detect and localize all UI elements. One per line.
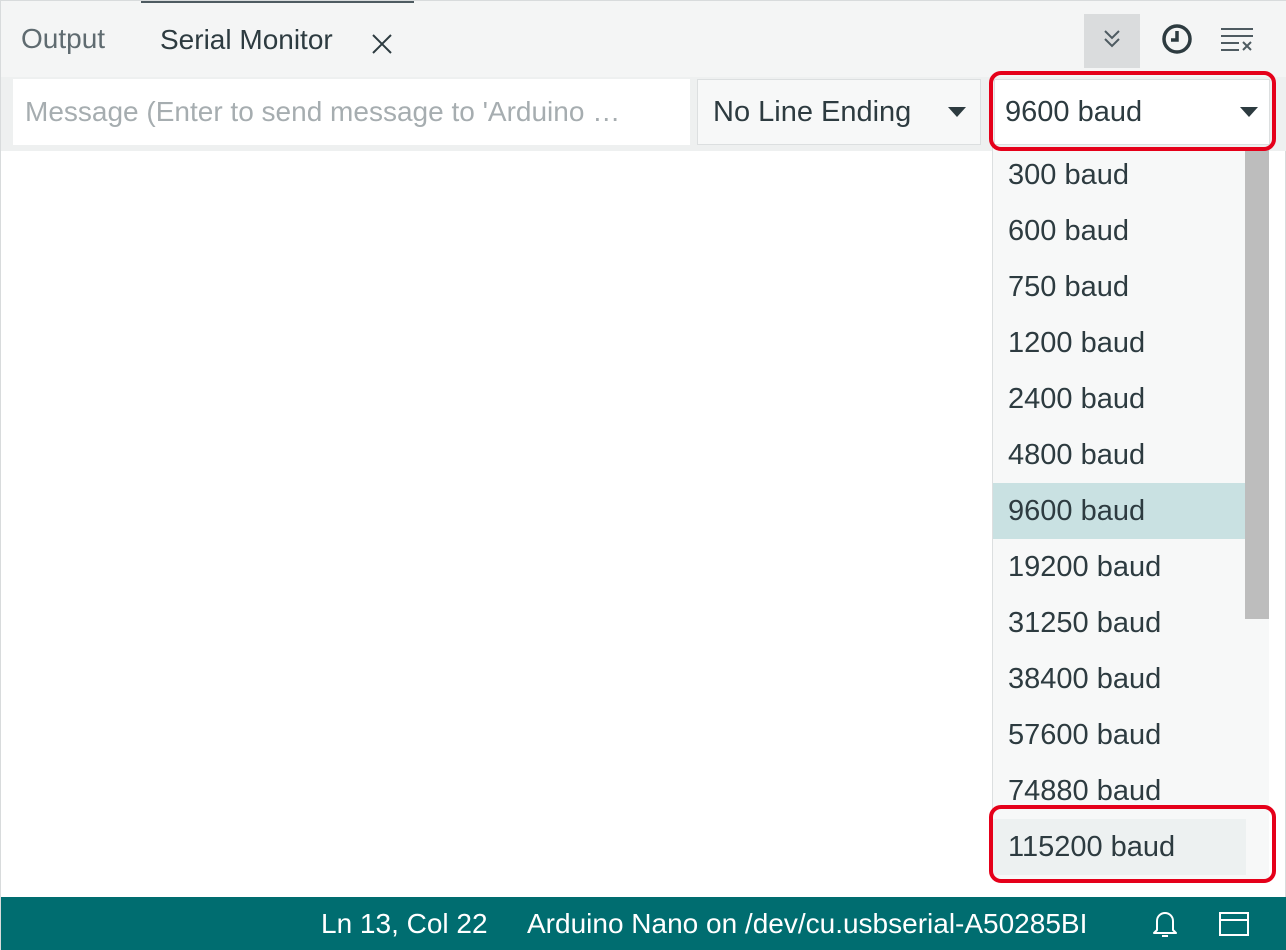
baud-option[interactable]: 2400 baud — [993, 371, 1246, 427]
baud-option-label: 750 baud — [1008, 270, 1129, 303]
baud-option[interactable]: 300 baud — [993, 147, 1246, 203]
baud-option-label: 19200 baud — [1008, 550, 1162, 583]
tab-output-label: Output — [21, 23, 106, 54]
board-port-status[interactable]: Arduino Nano on /dev/cu.usbserial-A50285… — [527, 897, 1087, 950]
baud-option-label: 600 baud — [1008, 214, 1129, 247]
line-ending-select[interactable]: No Line Ending — [697, 79, 981, 145]
baud-option[interactable]: 38400 baud — [993, 651, 1246, 707]
toggle-panel-icon[interactable] — [1217, 907, 1251, 941]
baud-option[interactable]: 1200 baud — [993, 315, 1246, 371]
baud-option-label: 2400 baud — [1008, 382, 1146, 415]
dropdown-scrollbar[interactable] — [1245, 147, 1269, 619]
baud-option[interactable]: 115200 baud — [993, 819, 1246, 875]
tab-output[interactable]: Output — [21, 1, 105, 77]
caret-down-icon — [1240, 107, 1258, 117]
baud-option[interactable]: 4800 baud — [993, 427, 1246, 483]
close-icon[interactable] — [369, 31, 395, 57]
baud-rate-select[interactable]: 9600 baud — [994, 79, 1270, 145]
toggle-autoscroll-button[interactable] — [1084, 14, 1140, 68]
baud-rate-dropdown: 300 baud 600 baud 750 baud 1200 baud 240… — [992, 147, 1269, 879]
baud-option-label: 9600 baud — [1008, 494, 1146, 527]
baud-option-label: 1200 baud — [1008, 326, 1146, 359]
baud-option-label: 4800 baud — [1008, 438, 1146, 471]
baud-option[interactable]: 600 baud — [993, 203, 1246, 259]
line-ending-value: No Line Ending — [713, 95, 912, 128]
clear-output-icon — [1219, 25, 1255, 58]
bell-icon[interactable] — [1148, 907, 1182, 941]
baud-option[interactable]: 19200 baud — [993, 539, 1246, 595]
status-bar: Ln 13, Col 22 Arduino Nano on /dev/cu.us… — [1, 897, 1286, 950]
toggle-autoscroll-icon — [1101, 28, 1123, 55]
clear-output-button[interactable] — [1209, 14, 1265, 68]
baud-option[interactable]: 57600 baud — [993, 707, 1246, 763]
baud-option-label: 74880 baud — [1008, 774, 1162, 807]
baud-option[interactable]: 31250 baud — [993, 595, 1246, 651]
baud-option-selected[interactable]: 9600 baud — [993, 483, 1246, 539]
baud-option[interactable]: 74880 baud — [993, 763, 1246, 819]
baud-rate-value: 9600 baud — [1005, 95, 1143, 128]
cursor-position[interactable]: Ln 13, Col 22 — [321, 897, 488, 950]
toggle-timestamp-button[interactable] — [1149, 14, 1205, 68]
baud-option-label: 115200 baud — [1008, 830, 1176, 863]
baud-option-label: 300 baud — [1008, 158, 1129, 191]
caret-down-icon — [948, 107, 966, 117]
clock-icon — [1161, 23, 1193, 60]
baud-option[interactable]: 750 baud — [993, 259, 1246, 315]
message-input[interactable] — [13, 79, 690, 145]
baud-option-label: 57600 baud — [1008, 718, 1162, 751]
serial-monitor-panel: Output Serial Monitor No Line Ending — [0, 0, 1286, 950]
baud-option-label: 38400 baud — [1008, 662, 1162, 695]
tab-serial-monitor-label: Serial Monitor — [160, 24, 333, 55]
panel-tab-bar: Output Serial Monitor — [1, 1, 1286, 77]
baud-option-label: 31250 baud — [1008, 606, 1162, 639]
